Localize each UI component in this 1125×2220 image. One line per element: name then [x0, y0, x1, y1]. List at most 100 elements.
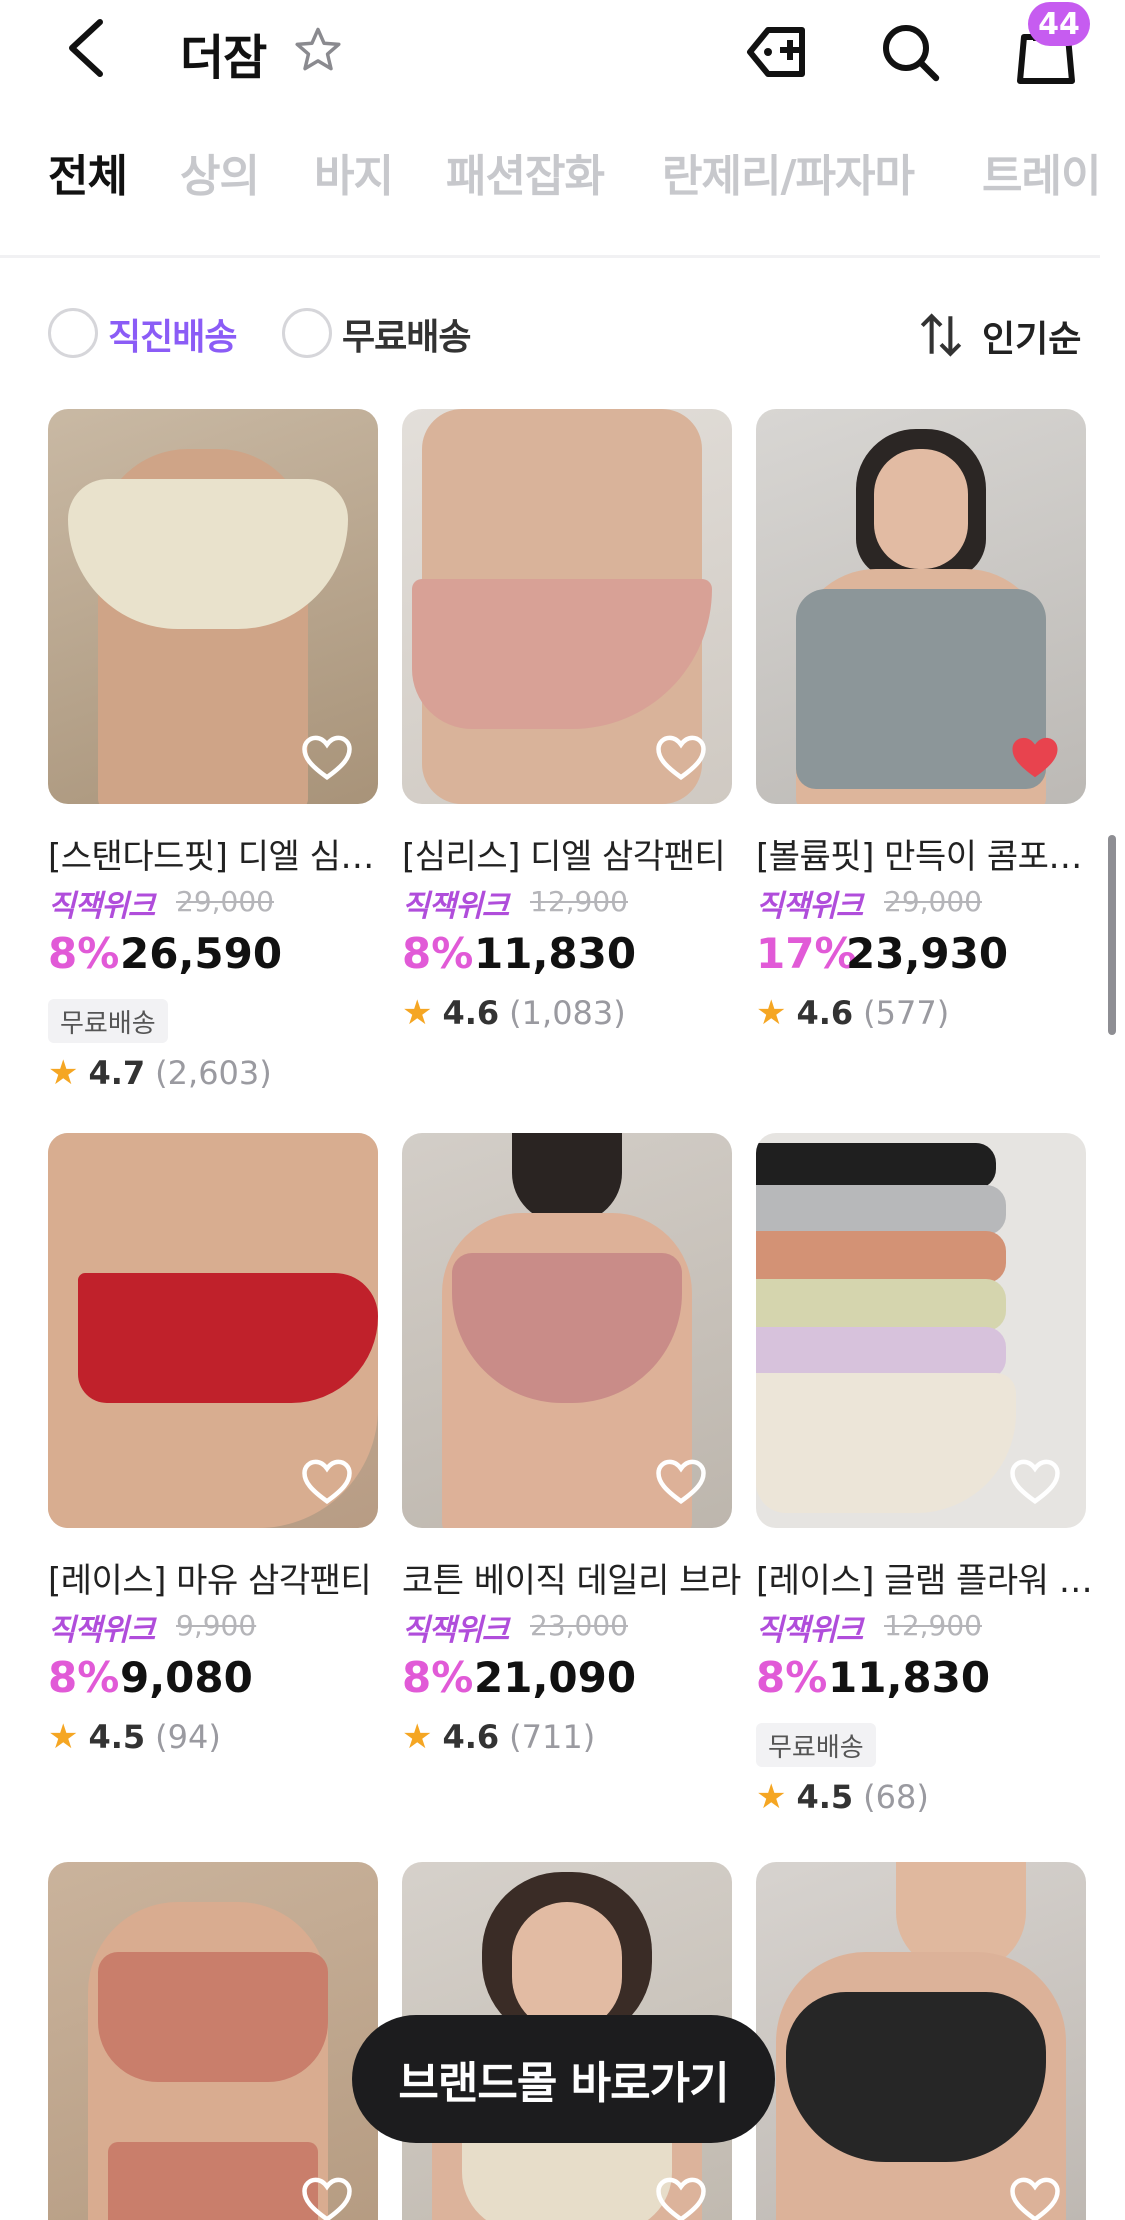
star-icon: ★	[48, 1717, 79, 1757]
coupon-tag-icon	[747, 27, 805, 77]
original-price: 9,900	[176, 1609, 257, 1642]
scrollbar[interactable]	[1108, 835, 1116, 1035]
sale-price: 21,090	[474, 1653, 637, 1702]
product-name: [레이스] 마유 삼각팬티	[48, 1561, 372, 1601]
rating: ★ 4.6 (1,083)	[402, 993, 626, 1033]
star-icon: ★	[402, 993, 433, 1033]
rating-score: 4.5	[88, 1718, 146, 1756]
review-count: (711)	[509, 1718, 596, 1756]
promo-label: 직잭위크	[402, 1613, 509, 1648]
discount-rate: 8%	[402, 1653, 474, 1702]
star-outline-icon	[295, 27, 341, 71]
product-image[interactable]	[402, 409, 732, 804]
back-button[interactable]	[56, 12, 116, 84]
product-card[interactable]: [볼륨핏] 만득이 콤포트 브라 직잭위크 29,000 17% 23,930 …	[756, 409, 1096, 1033]
rating-score: 4.7	[88, 1054, 146, 1092]
sale-price: 11,830	[474, 929, 637, 978]
star-icon: ★	[48, 1053, 79, 1093]
product-name: [스탠다드핏] 디엘 심리스 브라	[48, 837, 388, 877]
star-icon: ★	[756, 993, 787, 1033]
product-card[interactable]: [심리스] 디엘 삼각팬티 직잭위크 12,900 8% 11,830 ★ 4.…	[402, 409, 732, 1033]
promo-label: 직잭위크	[48, 889, 155, 924]
star-icon: ★	[402, 1717, 433, 1757]
original-price: 12,900	[884, 1609, 982, 1642]
promo-label: 직잭위크	[48, 1613, 155, 1648]
coupon-button[interactable]	[740, 14, 816, 90]
search-icon	[883, 25, 940, 82]
promo-label: 직잭위크	[756, 1613, 863, 1648]
tab-training[interactable]: 트레이닝	[982, 140, 1100, 204]
product-image[interactable]	[48, 409, 378, 804]
heart-outline-icon[interactable]	[300, 1456, 354, 1506]
direct-shipping-label[interactable]: 직진배송	[108, 308, 237, 360]
discount-rate: 8%	[48, 1653, 120, 1702]
product-image[interactable]	[402, 1133, 732, 1528]
brand-title: 더잠	[180, 30, 267, 86]
search-button[interactable]	[872, 14, 948, 90]
free-shipping-badge: 무료배송	[48, 999, 168, 1043]
heart-outline-icon[interactable]	[1008, 2174, 1062, 2220]
product-image[interactable]	[48, 1133, 378, 1528]
tab-all[interactable]: 전체	[48, 140, 128, 204]
tab-pants[interactable]: 바지	[314, 140, 394, 204]
sale-price: 9,080	[120, 1653, 253, 1702]
tabs-divider	[0, 255, 1100, 258]
discount-rate: 17%	[756, 929, 857, 978]
rating-score: 4.6	[442, 994, 500, 1032]
review-count: (2,603)	[155, 1054, 272, 1092]
heart-outline-icon[interactable]	[654, 732, 708, 782]
product-card[interactable]: [레이스] 마유 삼각팬티 직잭위크 9,900 8% 9,080 ★ 4.5 …	[48, 1133, 378, 1757]
discount-rate: 8%	[402, 929, 474, 978]
product-image[interactable]	[756, 409, 1086, 804]
heart-filled-icon[interactable]	[1008, 732, 1062, 782]
product-image[interactable]	[756, 1862, 1086, 2220]
product-card[interactable]	[48, 1862, 378, 2220]
product-name: 코튼 베이직 데일리 브라	[402, 1561, 741, 1601]
review-count: (68)	[863, 1778, 929, 1816]
cart-count-badge: 44	[1028, 2, 1090, 46]
category-tabs: 전체 상의 바지 패션잡화 란제리/파자마 트레이닝	[0, 140, 1100, 230]
tab-tops[interactable]: 상의	[180, 140, 260, 204]
rating: ★ 4.6 (577)	[756, 993, 949, 1033]
favorite-brand-button[interactable]	[290, 22, 346, 78]
heart-outline-icon[interactable]	[300, 2174, 354, 2220]
product-card[interactable]	[756, 1862, 1086, 2220]
product-card[interactable]: [스탠다드핏] 디엘 심리스 브라 직잭위크 29,000 8% 26,590 …	[48, 409, 388, 1093]
rating-score: 4.5	[796, 1778, 854, 1816]
rating-score: 4.6	[796, 994, 854, 1032]
star-icon: ★	[756, 1777, 787, 1817]
sort-icon[interactable]	[916, 310, 966, 360]
original-price: 12,900	[530, 885, 628, 918]
free-shipping-radio[interactable]	[282, 308, 332, 358]
review-count: (1,083)	[509, 994, 626, 1032]
heart-outline-icon[interactable]	[1008, 1456, 1062, 1506]
top-app-bar: 더잠 44	[0, 0, 1125, 105]
sale-price: 11,830	[828, 1653, 991, 1702]
brand-mall-button[interactable]: 브랜드몰 바로가기	[352, 2015, 775, 2143]
rating-score: 4.6	[442, 1718, 500, 1756]
product-card[interactable]: 코튼 베이직 데일리 브라 직잭위크 23,000 8% 21,090 ★ 4.…	[402, 1133, 741, 1757]
heart-outline-icon[interactable]	[654, 1456, 708, 1506]
rating: ★ 4.7 (2,603)	[48, 1053, 272, 1093]
direct-shipping-radio[interactable]	[48, 308, 98, 358]
sale-price: 23,930	[846, 929, 1009, 978]
heart-outline-icon[interactable]	[300, 732, 354, 782]
tab-lingerie[interactable]: 란제리/파자마	[662, 140, 915, 204]
rating: ★ 4.5 (68)	[756, 1777, 929, 1817]
original-price: 23,000	[530, 1609, 628, 1642]
review-count: (577)	[863, 994, 950, 1032]
product-name: [볼륨핏] 만득이 콤포트 브라	[756, 837, 1096, 877]
heart-outline-icon[interactable]	[654, 2174, 708, 2220]
product-card[interactable]: [레이스] 글램 플라워 팬티 직잭위크 12,900 8% 11,830 무료…	[756, 1133, 1096, 1817]
original-price: 29,000	[176, 885, 274, 918]
promo-label: 직잭위크	[402, 889, 509, 924]
product-image[interactable]	[756, 1133, 1086, 1528]
tab-accessories[interactable]: 패션잡화	[446, 140, 605, 204]
sort-order-label[interactable]: 인기순	[982, 310, 1081, 362]
sale-price: 26,590	[120, 929, 283, 978]
filter-bar: 직진배송 무료배송 인기순	[0, 300, 1125, 370]
discount-rate: 8%	[756, 1653, 828, 1702]
free-shipping-label[interactable]: 무료배송	[342, 308, 471, 360]
product-image[interactable]	[48, 1862, 378, 2220]
back-arrow-icon	[69, 19, 103, 77]
